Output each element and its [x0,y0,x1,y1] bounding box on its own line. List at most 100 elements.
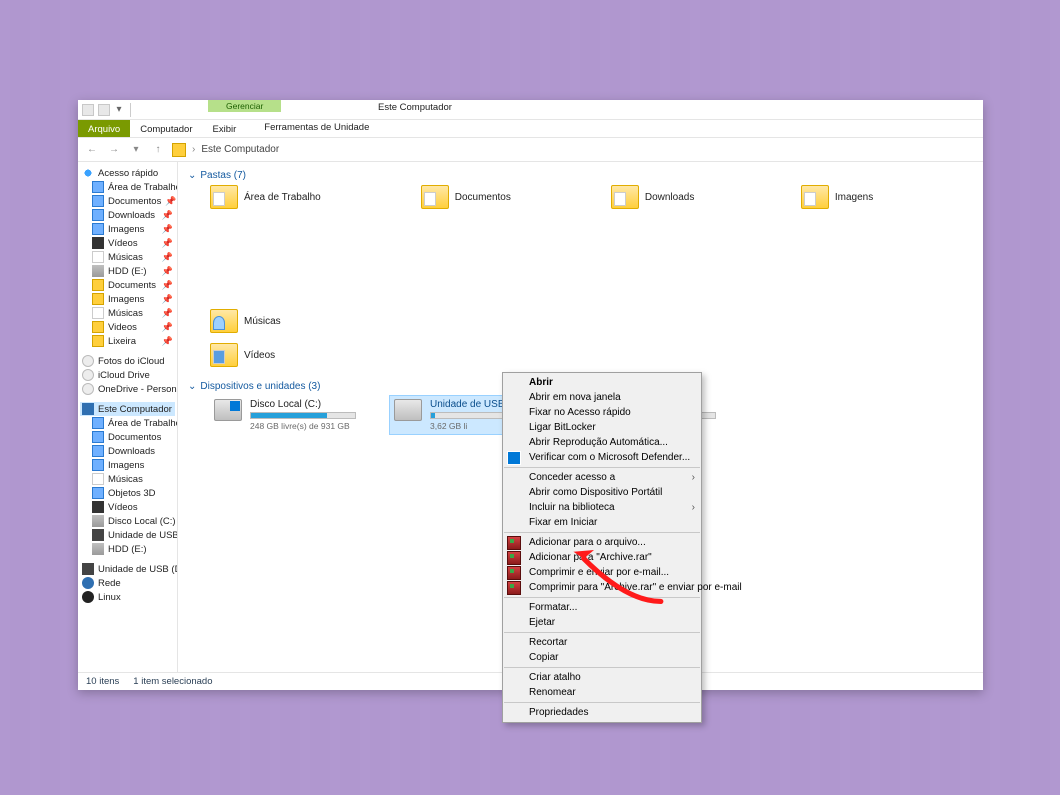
context-menu-item[interactable]: Abrir em nova janela [503,390,701,405]
folder-item[interactable]: Downloads [611,185,701,209]
pc-icon [82,403,94,415]
pin-icon: 📌 [162,238,173,249]
context-menu-item[interactable]: Criar atalho [503,670,701,685]
context-menu-item[interactable]: Formatar... [503,600,701,615]
nav-label: Documentos [108,196,161,207]
nav-item[interactable]: Músicas📌 [80,306,175,320]
nav-item[interactable]: Documents📌 [80,278,175,292]
context-menu-item[interactable]: Abrir como Dispositivo Portátil [503,485,701,500]
nav-item[interactable]: Vídeos📌 [80,236,175,250]
nav-back-button[interactable]: ← [84,142,100,158]
nav-label: Rede [98,578,121,589]
pin-icon: 📌 [162,322,173,333]
nav-item[interactable]: Fotos do iCloud [80,354,175,368]
context-menu-item[interactable]: Verificar com o Microsoft Defender... [503,450,701,465]
context-menu-item[interactable]: Incluir na biblioteca› [503,500,701,515]
nav-label: Músicas [108,474,143,485]
context-menu-item[interactable]: Conceder acesso a› [503,470,701,485]
ribbon-tab[interactable]: Exibir [203,120,247,137]
folder-item[interactable]: Músicas [210,309,300,333]
nav-item[interactable]: Imagens📌 [80,222,175,236]
ribbon-contextual-tab[interactable]: Gerenciar [208,100,281,112]
nav-label: Este Computador [98,404,172,415]
nav-item[interactable]: Lixeira📌 [80,334,175,348]
nav-recent-dropdown[interactable]: ▾ [128,142,144,158]
nav-item[interactable]: Linux [80,590,175,604]
context-menu-item[interactable]: Comprimir e enviar por e-mail... [503,565,701,580]
nav-item[interactable]: Rede [80,576,175,590]
file-tab[interactable]: Arquivo [78,120,130,137]
nav-item[interactable]: Músicas📌 [80,250,175,264]
section-header-folders[interactable]: ⌄ Pastas (7) [188,170,973,181]
context-menu-item[interactable]: Copiar [503,650,701,665]
context-menu-item[interactable]: Renomear [503,685,701,700]
qat-button[interactable] [98,104,110,116]
nav-item[interactable]: Documentos [80,430,175,444]
nav-item[interactable]: Imagens [80,458,175,472]
folder-icon [210,185,238,209]
context-menu-item[interactable]: Abrir Reprodução Automática... [503,435,701,450]
nav-item[interactable]: OneDrive - Personal [80,382,175,396]
drive-item[interactable]: Disco Local (C:)248 GB livre(s) de 931 G… [210,396,360,434]
drive-icon [214,399,242,421]
nav-item[interactable]: Unidade de USB (D:) [80,528,175,542]
context-menu-item[interactable]: Adicionar para "Archive.rar" [503,550,701,565]
context-menu-item[interactable]: Abrir [503,375,701,390]
context-menu-item[interactable]: Ejetar [503,615,701,630]
context-menu-item[interactable]: Recortar [503,635,701,650]
context-menu-item[interactable]: Ligar BitLocker [503,420,701,435]
menu-separator [504,467,700,468]
nav-item[interactable]: Disco Local (C:) [80,514,175,528]
folder-label: Downloads [645,192,694,203]
folder-icon [92,335,104,347]
title-bar: ▾ Gerenciar Este Computador [78,100,983,120]
nav-this-pc[interactable]: Este Computador [80,402,175,416]
qat-button[interactable] [82,104,94,116]
chevron-down-icon: ⌄ [188,381,196,392]
folder-item[interactable]: Documentos [421,185,511,209]
ribbon-tab[interactable]: Computador [130,120,202,137]
folder-icon [92,265,104,277]
nav-forward-button[interactable]: → [106,142,122,158]
nav-item[interactable]: Downloads [80,444,175,458]
nav-label: Videos [108,322,137,333]
nav-quick-access[interactable]: Acesso rápido [80,166,175,180]
folder-item[interactable]: Vídeos [210,343,300,367]
nav-item[interactable]: Documentos 📌 [80,194,175,208]
nav-label: Documents [108,280,156,291]
nav-item[interactable]: Objetos 3D [80,486,175,500]
nav-up-button[interactable]: ↑ [150,142,166,158]
context-menu-item[interactable]: Fixar em Iniciar [503,515,701,530]
nav-item[interactable]: Videos 📌 [80,320,175,334]
nav-item[interactable]: HDD (E:) [80,542,175,556]
nav-label: Fotos do iCloud [98,356,165,367]
pin-icon: 📌 [165,196,176,207]
drive-icon [92,501,104,513]
nav-item[interactable]: HDD (E:)📌 [80,264,175,278]
nav-item[interactable]: Músicas [80,472,175,486]
nav-item[interactable]: Área de Trabalho📌 [80,180,175,194]
rar-icon [507,566,521,580]
status-item-count: 10 itens [86,676,119,687]
nav-item[interactable]: Área de Trabalho [80,416,175,430]
navigation-pane[interactable]: Acesso rápido Área de Trabalho📌Documento… [78,162,178,672]
capacity-bar [250,412,356,419]
context-menu-item[interactable]: Propriedades [503,705,701,720]
nav-item[interactable]: Unidade de USB (D:) [80,562,175,576]
menu-item-label: Ligar BitLocker [529,422,596,433]
nav-item[interactable]: iCloud Drive [80,368,175,382]
context-menu: AbrirAbrir em nova janelaFixar no Acesso… [502,372,702,723]
nav-item[interactable]: Imagens📌 [80,292,175,306]
folder-icon [92,223,104,235]
qat-dropdown-icon[interactable]: ▾ [114,104,124,116]
drive-icon [92,543,104,555]
nav-item[interactable]: Downloads📌 [80,208,175,222]
nav-item[interactable]: Vídeos [80,500,175,514]
ribbon-subtool-tab[interactable]: Ferramentas de Unidade [254,120,379,137]
context-menu-item[interactable]: Adicionar para o arquivo... [503,535,701,550]
context-menu-item[interactable]: Fixar no Acesso rápido [503,405,701,420]
breadcrumb[interactable]: Este Computador [201,144,279,155]
folder-item[interactable]: Imagens [801,185,891,209]
context-menu-item[interactable]: Comprimir para "Archive.rar" e enviar po… [503,580,701,595]
folder-item[interactable]: Área de Trabalho [210,185,321,209]
